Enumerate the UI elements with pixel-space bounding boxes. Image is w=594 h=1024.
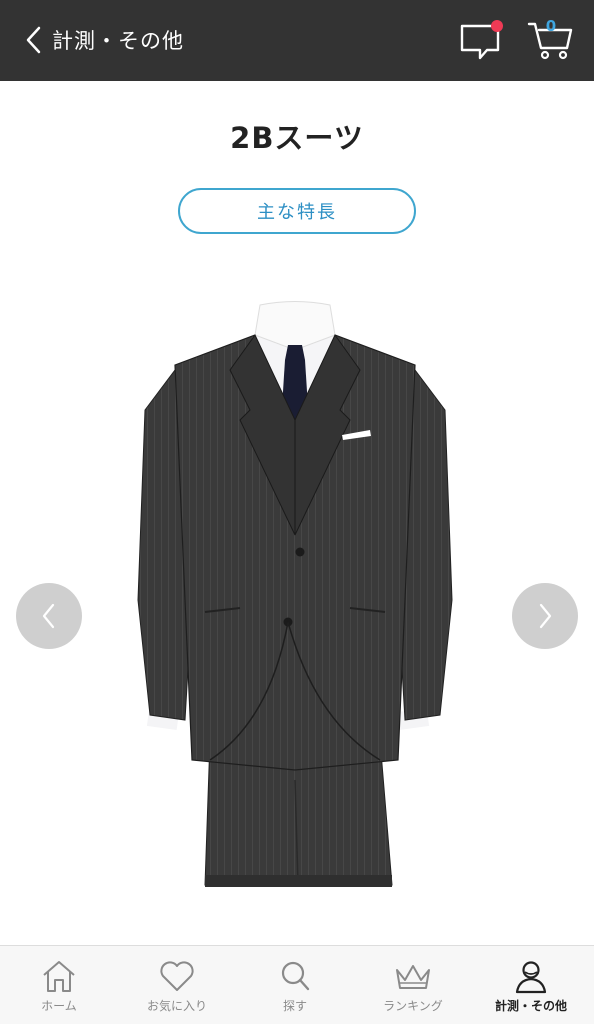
tab-label: 計測・その他: [494, 999, 567, 1013]
chevron-left-icon: [26, 26, 41, 54]
next-arrow-button[interactable]: [512, 583, 578, 649]
tab-measure-other[interactable]: 計測・その他: [472, 946, 590, 1024]
back-button[interactable]: [14, 20, 54, 60]
tab-label: 探す: [282, 999, 307, 1013]
tab-home[interactable]: ホーム: [0, 946, 118, 1024]
product-title: 2Bスーツ: [230, 121, 364, 155]
main-features-button[interactable]: 主な特長: [178, 188, 416, 234]
previous-arrow-button[interactable]: [16, 583, 82, 649]
heart-icon: [160, 961, 194, 991]
top-bar: 計測・その他 0: [0, 0, 594, 81]
tab-favorites[interactable]: お気に入り: [118, 946, 236, 1024]
notification-badge: [491, 20, 503, 32]
cart-count-badge: 0: [545, 17, 557, 35]
tab-label: ランキング: [383, 999, 443, 1013]
tab-label: お気に入り: [146, 999, 207, 1013]
tab-ranking[interactable]: ランキング: [354, 946, 472, 1024]
chevron-right-icon: [539, 603, 552, 629]
search-icon: [281, 961, 310, 991]
suit-product-image[interactable]: [130, 300, 460, 910]
home-icon: [43, 961, 75, 992]
page-title: 計測・その他: [52, 29, 184, 53]
bottom-tab-bar: ホーム お気に入り 探す ランキング 計測・その他: [0, 945, 594, 1024]
chevron-left-icon: [42, 603, 55, 629]
person-icon: [515, 961, 547, 994]
tab-label: ホーム: [41, 999, 77, 1013]
tab-search[interactable]: 探す: [236, 946, 354, 1024]
crown-icon: [396, 965, 430, 989]
